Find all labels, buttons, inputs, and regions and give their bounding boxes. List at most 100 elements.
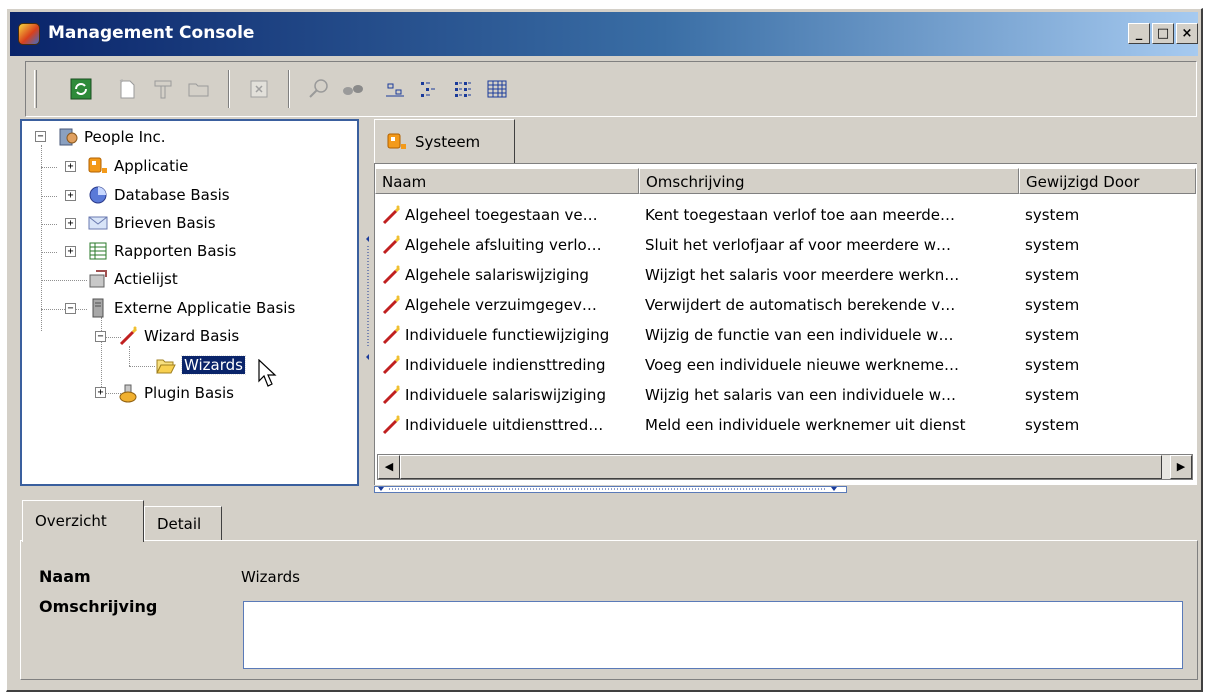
cell-omschrijving: Wijzig de functie van een individuele w… bbox=[645, 326, 954, 344]
cell-naam: Algehele salariswijziging bbox=[405, 266, 589, 284]
navigation-tree[interactable]: − + + + + − − + People Inc. Applicatie D… bbox=[20, 119, 359, 486]
tree-line bbox=[41, 224, 57, 225]
organization-icon bbox=[59, 128, 78, 146]
wizard-list[interactable]: Naam Omschrijving Gewijzigd Door Algehee… bbox=[374, 163, 1197, 485]
tree-line bbox=[41, 280, 87, 281]
cell-naam: Individuele uitdiensttred… bbox=[405, 416, 604, 434]
cell-omschrijving: Verwijdert de automatisch berekende v… bbox=[645, 296, 956, 314]
tree-line bbox=[41, 196, 57, 197]
tree-item-database-basis[interactable]: Database Basis bbox=[88, 184, 230, 206]
app-icon bbox=[18, 23, 40, 45]
cell-gewijzigd-door: system bbox=[1025, 356, 1080, 374]
wand-icon bbox=[382, 415, 401, 435]
list-row[interactable]: Algehele verzuimgegev… Verwijdert de auto… bbox=[375, 290, 1196, 320]
list-row[interactable]: Algeheel toegestaan ve… Kent toegestaan v… bbox=[375, 200, 1196, 230]
cell-omschrijving: Wijzig het salaris van een individuele w… bbox=[645, 386, 957, 404]
tree-item-rapporten-basis[interactable]: Rapporten Basis bbox=[88, 240, 236, 262]
binoculars-button[interactable] bbox=[338, 74, 368, 104]
omschrijving-field[interactable] bbox=[243, 601, 1183, 669]
tree-item-brieven-basis[interactable]: Brieven Basis bbox=[88, 212, 216, 234]
maximize-button[interactable]: □ bbox=[1152, 23, 1174, 44]
scroll-left-button[interactable]: ◀ bbox=[378, 455, 400, 479]
wand-icon bbox=[382, 235, 401, 255]
cell-gewijzigd-door: system bbox=[1025, 386, 1080, 404]
details-view-button[interactable] bbox=[482, 74, 512, 104]
list-row[interactable]: Individuele functiewijziging Wijzig de fu… bbox=[375, 320, 1196, 350]
toolbar-grip[interactable] bbox=[34, 70, 37, 108]
tree-label: Database Basis bbox=[114, 186, 230, 204]
list-row[interactable]: Individuele indiensttreding Voeg een indi… bbox=[375, 350, 1196, 380]
cell-omschrijving: Voeg een individuele nieuwe werkneme… bbox=[645, 356, 959, 374]
cell-omschrijving: Meld een individuele werknemer uit diens… bbox=[645, 416, 966, 434]
expand-toggle[interactable]: + bbox=[65, 218, 76, 229]
small-icons-button[interactable] bbox=[414, 74, 444, 104]
expand-toggle[interactable]: + bbox=[65, 161, 76, 172]
wand-icon bbox=[382, 385, 401, 405]
tree-item-wizard-basis[interactable]: Wizard Basis bbox=[118, 325, 239, 347]
application-icon bbox=[88, 157, 107, 173]
close-button[interactable]: × bbox=[1176, 23, 1198, 44]
tree-label: Externe Applicatie Basis bbox=[114, 299, 296, 317]
tree-item-wizards[interactable]: Wizards bbox=[156, 354, 246, 376]
vertical-splitter[interactable] bbox=[365, 230, 371, 370]
cell-naam: Individuele indiensttreding bbox=[405, 356, 606, 374]
database-icon bbox=[89, 186, 107, 204]
tab-overzicht[interactable]: Overzicht bbox=[22, 500, 144, 542]
wand-icon bbox=[382, 265, 401, 285]
collapse-toggle[interactable]: − bbox=[35, 131, 46, 142]
delete-button[interactable] bbox=[244, 74, 274, 104]
tab-detail[interactable]: Detail bbox=[144, 506, 222, 540]
refresh-icon bbox=[70, 78, 92, 100]
collapse-toggle[interactable]: − bbox=[95, 331, 106, 342]
scroll-right-button[interactable]: ▶ bbox=[1170, 455, 1192, 479]
cell-naam: Algehele verzuimgegev… bbox=[405, 296, 597, 314]
refresh-button[interactable] bbox=[66, 74, 96, 104]
find-button[interactable] bbox=[304, 74, 334, 104]
large-icons-button[interactable] bbox=[380, 74, 410, 104]
column-header-gewijzigd-door[interactable]: Gewijzigd Door bbox=[1019, 168, 1196, 194]
list-row[interactable]: Algehele salariswijziging Wijzigt het sal… bbox=[375, 260, 1196, 290]
title-bar[interactable]: Management Console _ □ × bbox=[10, 12, 1198, 56]
tree-line bbox=[41, 309, 87, 310]
collapse-toggle[interactable]: − bbox=[65, 303, 76, 314]
expand-toggle[interactable]: + bbox=[65, 190, 76, 201]
overview-panel: Naam Wizards Omschrijving bbox=[20, 540, 1198, 680]
tree-line bbox=[101, 317, 102, 393]
tree-label: Plugin Basis bbox=[144, 384, 234, 402]
report-icon bbox=[89, 242, 107, 260]
column-header-omschrijving[interactable]: Omschrijving bbox=[639, 168, 1019, 194]
cell-gewijzigd-door: system bbox=[1025, 296, 1080, 314]
properties-button[interactable] bbox=[148, 74, 178, 104]
toolbar bbox=[25, 61, 1197, 117]
tree-root-people-inc[interactable]: People Inc. bbox=[58, 126, 166, 148]
horizontal-scrollbar[interactable]: ◀ ▶ bbox=[377, 454, 1193, 480]
small-icons-icon bbox=[421, 82, 435, 97]
list-row[interactable]: Algehele afsluiting verlo… Sluit het verl… bbox=[375, 230, 1196, 260]
application-icon bbox=[387, 133, 406, 149]
expand-toggle[interactable]: + bbox=[65, 246, 76, 257]
scrollbar-thumb[interactable] bbox=[400, 455, 1162, 479]
tree-label: Wizard Basis bbox=[144, 327, 240, 345]
tab-systeem[interactable]: Systeem bbox=[374, 119, 515, 163]
plugin-icon bbox=[119, 384, 137, 403]
list-row[interactable]: Individuele uitdiensttred… Meld een indiv… bbox=[375, 410, 1196, 440]
cell-naam: Algeheel toegestaan ve… bbox=[405, 206, 598, 224]
expand-toggle[interactable]: + bbox=[95, 387, 106, 398]
new-button[interactable] bbox=[112, 74, 142, 104]
open-folder-button[interactable] bbox=[184, 74, 214, 104]
minimize-button[interactable]: _ bbox=[1128, 23, 1150, 44]
tree-label-selected: Wizards bbox=[181, 355, 246, 375]
tree-line bbox=[41, 167, 57, 168]
tree-item-plugin-basis[interactable]: Plugin Basis bbox=[118, 382, 234, 404]
list-view-button[interactable] bbox=[448, 74, 478, 104]
tree-item-actielijst[interactable]: Actielijst bbox=[88, 268, 178, 290]
horizontal-splitter[interactable] bbox=[374, 486, 847, 493]
tree-item-applicatie[interactable]: Applicatie bbox=[88, 155, 188, 177]
large-icons-icon bbox=[386, 83, 404, 97]
tree-item-externe-applicatie-basis[interactable]: Externe Applicatie Basis bbox=[88, 297, 295, 319]
mouse-cursor-icon bbox=[258, 359, 277, 387]
column-header-naam[interactable]: Naam bbox=[375, 168, 639, 194]
list-row[interactable]: Individuele salariswijziging Wijzig het s… bbox=[375, 380, 1196, 410]
tree-label: Brieven Basis bbox=[114, 214, 216, 232]
cell-omschrijving: Wijzigt het salaris voor meerdere werkn… bbox=[645, 266, 960, 284]
